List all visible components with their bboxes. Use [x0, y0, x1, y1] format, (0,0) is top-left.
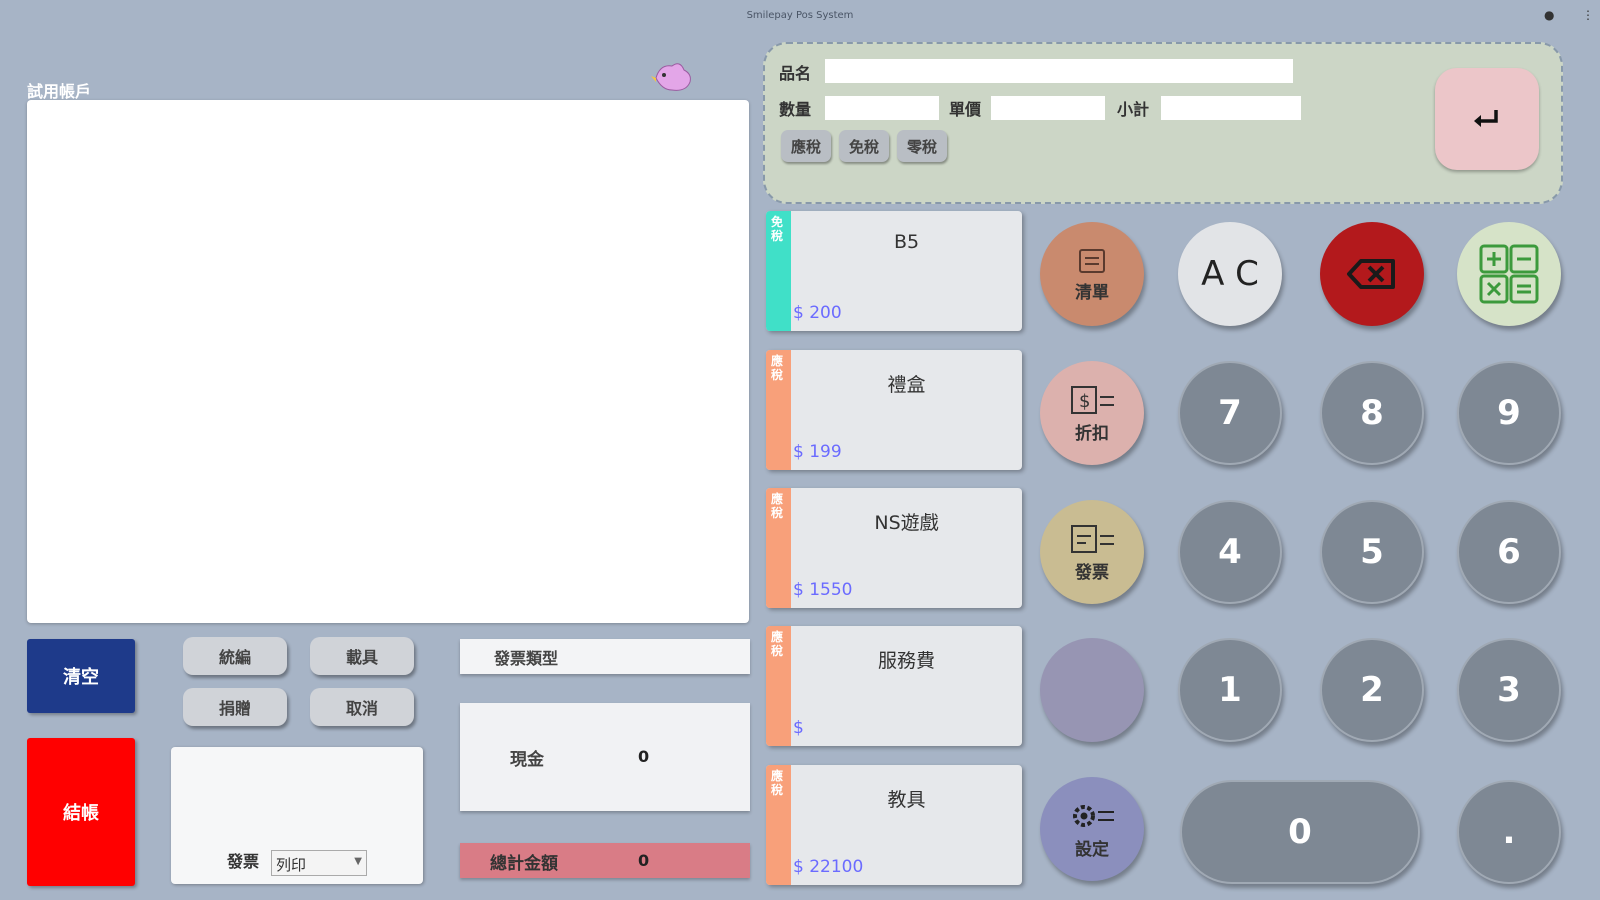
product-name: 教具 — [887, 789, 926, 811]
key-2[interactable]: 2 — [1320, 638, 1424, 742]
product-card-teaching-aid[interactable]: 應稅 教具 $ 22100 — [766, 765, 1022, 885]
key-8[interactable]: 8 — [1320, 361, 1424, 465]
clear-button[interactable]: 清空 — [27, 639, 135, 713]
checkout-button[interactable]: 結帳 — [27, 738, 135, 886]
qty-label: 數量 — [779, 100, 812, 119]
subtotal-label: 小計 — [1117, 100, 1150, 119]
blank-function-button[interactable] — [1040, 638, 1144, 742]
product-price: $ 1550 — [793, 580, 853, 600]
tax-tag: 應稅 — [771, 354, 784, 382]
invoice-select-value: 列印 — [276, 856, 307, 874]
settings-label: 設定 — [1075, 839, 1109, 860]
product-card-b5[interactable]: 免稅 B5 $ 200 — [766, 211, 1022, 331]
zero-tax-button[interactable]: 零稅 — [897, 130, 947, 162]
carrier-button[interactable]: 載具 — [310, 637, 414, 675]
invoice-label: 發票 — [227, 852, 260, 871]
key-4[interactable]: 4 — [1178, 500, 1282, 604]
tax-tag: 應稅 — [771, 492, 784, 520]
list-icon — [1079, 248, 1105, 273]
total-label: 總計金額 — [490, 854, 558, 874]
more-icon[interactable]: ⋮ — [1582, 8, 1594, 22]
key-5[interactable]: 5 — [1320, 500, 1424, 604]
item-name-label: 品名 — [779, 64, 812, 83]
tax-id-button[interactable]: 統編 — [183, 637, 287, 675]
product-name: 服務費 — [877, 650, 935, 672]
key-3[interactable]: 3 — [1457, 638, 1561, 742]
cash-label: 現金 — [510, 750, 544, 770]
invoice-select[interactable]: 列印 ▼ — [271, 850, 367, 876]
item-name-input[interactable] — [825, 59, 1293, 83]
cash-box[interactable]: 現金 0 — [460, 703, 750, 811]
tax-tag: 應稅 — [771, 630, 784, 658]
product-card-service-fee[interactable]: 應稅 服務費 $ — [766, 626, 1022, 746]
svg-text:$: $ — [1079, 391, 1090, 412]
item-entry-panel: 品名 數量 單價 小計 應稅 免稅 零稅 — [763, 42, 1563, 204]
product-price: $ — [793, 718, 804, 738]
discount-button[interactable]: $ 折扣 — [1040, 361, 1144, 465]
list-button[interactable]: 清單 — [1040, 222, 1144, 326]
gear-icon — [1073, 804, 1114, 827]
total-box: 總計金額 0 — [460, 843, 750, 878]
total-value: 0 — [638, 851, 650, 870]
backspace-icon — [1347, 259, 1395, 289]
donate-button[interactable]: 捐贈 — [183, 688, 287, 726]
tax-tag: 應稅 — [771, 769, 784, 797]
product-name: NS遊戲 — [874, 512, 939, 534]
key-0[interactable]: 0 — [1180, 780, 1420, 884]
invoice-box: 發票 列印 ▼ — [171, 747, 423, 884]
calculator-button[interactable] — [1457, 222, 1561, 326]
tax-free-button[interactable]: 免稅 — [839, 130, 889, 162]
unit-price-input[interactable] — [991, 96, 1105, 120]
product-price: $ 199 — [793, 442, 842, 462]
discount-icon: $ — [1071, 385, 1114, 414]
key-1[interactable]: 1 — [1178, 638, 1282, 742]
invoice-button-label: 發票 — [1075, 562, 1109, 583]
discount-label: 折扣 — [1075, 423, 1109, 444]
list-label: 清單 — [1075, 282, 1109, 303]
invoice-type-field[interactable]: 發票類型 — [460, 639, 750, 674]
product-price: $ 22100 — [793, 857, 864, 877]
bird-logo-icon — [651, 63, 691, 91]
tax-tag: 免稅 — [771, 215, 784, 243]
key-6[interactable]: 6 — [1457, 500, 1561, 604]
product-price: $ 200 — [793, 303, 842, 323]
chevron-down-icon: ▼ — [354, 856, 362, 867]
app-title: Smilepay Pos System — [746, 10, 854, 21]
product-name: 禮盒 — [887, 374, 926, 396]
key-decimal[interactable]: . — [1457, 780, 1561, 884]
unit-price-label: 單價 — [949, 100, 982, 119]
product-card-ns-game[interactable]: 應稅 NS遊戲 $ 1550 — [766, 488, 1022, 608]
invoice-button[interactable]: 發票 — [1040, 500, 1144, 604]
settings-button[interactable]: 設定 — [1040, 777, 1144, 881]
key-7[interactable]: 7 — [1178, 361, 1282, 465]
backspace-button[interactable] — [1320, 222, 1424, 326]
invoice-icon — [1071, 524, 1114, 553]
enter-icon — [1474, 110, 1498, 127]
qty-input[interactable] — [825, 96, 939, 120]
account-label: 試用帳戶 — [27, 82, 92, 101]
calculator-icon — [1479, 244, 1539, 304]
product-name: B5 — [893, 231, 920, 253]
enter-button[interactable] — [1435, 68, 1539, 170]
all-clear-button[interactable]: A C — [1178, 222, 1282, 326]
cash-value: 0 — [638, 747, 650, 766]
taxable-button[interactable]: 應稅 — [781, 130, 831, 162]
product-card-gift-box[interactable]: 應稅 禮盒 $ 199 — [766, 350, 1022, 470]
subtotal-input[interactable] — [1161, 96, 1301, 120]
user-icon[interactable]: ● — [1544, 8, 1554, 22]
key-9[interactable]: 9 — [1457, 361, 1561, 465]
order-list[interactable] — [27, 100, 749, 623]
cancel-button[interactable]: 取消 — [310, 688, 414, 726]
